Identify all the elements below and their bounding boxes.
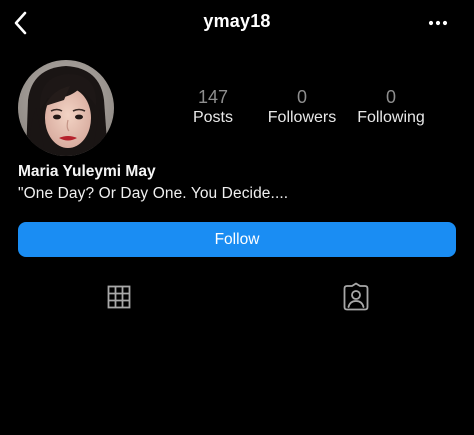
- avatar[interactable]: [18, 60, 114, 156]
- follow-button[interactable]: Follow: [18, 222, 456, 257]
- more-horizontal-icon: [428, 20, 448, 26]
- tab-posts-grid[interactable]: [104, 282, 134, 312]
- profile-bio: "One Day? Or Day One. You Decide....: [18, 185, 289, 202]
- profile-photo: [18, 60, 114, 156]
- stat-following[interactable]: 0 Following: [336, 87, 446, 128]
- header-username: ymay18: [203, 11, 271, 31]
- more-options-button[interactable]: [424, 13, 452, 33]
- tab-tagged[interactable]: [341, 282, 371, 312]
- profile-full-name: Maria Yuleymi May: [18, 163, 156, 180]
- following-count: 0: [385, 87, 396, 107]
- grid-icon: [107, 285, 131, 309]
- following-label: Following: [357, 109, 425, 126]
- tagged-user-icon: [343, 282, 369, 311]
